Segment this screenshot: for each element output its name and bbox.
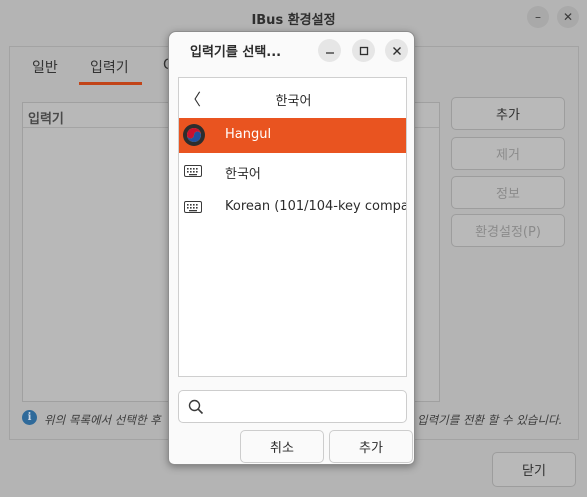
cancel-button[interactable]: 취소 bbox=[240, 430, 324, 463]
engine-list: 〈 한국어 Hangul 한국어 Korean (101/104-key com… bbox=[178, 77, 407, 377]
close-icon bbox=[392, 46, 401, 55]
main-window-title: IBus 환경설정 bbox=[251, 13, 336, 28]
about-input-method-button[interactable]: 정보 bbox=[451, 176, 565, 209]
minimize-icon: – bbox=[535, 10, 541, 24]
input-method-preferences-button[interactable]: 환경설정(P) bbox=[451, 214, 565, 247]
main-titlebar: IBus 환경설정 – ✕ bbox=[0, 0, 587, 34]
engine-row-hangul[interactable]: Hangul bbox=[179, 118, 406, 153]
info-text-left: 위의 목록에서 선택한 후 bbox=[44, 413, 161, 427]
active-tab-indicator bbox=[79, 82, 142, 85]
engine-label: 한국어 bbox=[225, 167, 261, 182]
minimize-button[interactable]: – bbox=[527, 6, 549, 28]
close-button[interactable]: 닫기 bbox=[492, 452, 576, 487]
engine-row-korean[interactable]: 한국어 bbox=[179, 154, 406, 189]
engine-label: Hangul bbox=[225, 127, 272, 142]
dialog-maximize-button[interactable] bbox=[352, 39, 375, 62]
tab-general[interactable]: 일반 bbox=[32, 57, 58, 77]
remove-input-method-button[interactable]: 제거 bbox=[451, 137, 565, 170]
dialog-close-button[interactable] bbox=[385, 39, 408, 62]
minimize-icon bbox=[325, 51, 334, 54]
maximize-icon bbox=[359, 46, 368, 55]
select-input-method-dialog: 입력기를 선택... 〈 한국어 Hangul 한국어 Korean (101/… bbox=[168, 31, 415, 465]
close-icon: ✕ bbox=[562, 10, 574, 24]
engine-row-korean-101-104[interactable]: Korean (101/104-key compa bbox=[179, 190, 407, 225]
info-icon: i bbox=[22, 410, 37, 425]
keyboard-icon bbox=[184, 201, 202, 213]
tab-input-method[interactable]: 입력기 bbox=[90, 57, 129, 77]
close-window-button[interactable]: ✕ bbox=[557, 6, 579, 28]
language-header: 한국어 bbox=[275, 94, 312, 109]
input-method-list-header: 입력기 bbox=[28, 112, 64, 127]
dialog-minimize-button[interactable] bbox=[318, 39, 341, 62]
add-input-method-button[interactable]: 추가 bbox=[451, 97, 565, 130]
search-input[interactable] bbox=[178, 390, 407, 423]
info-text-right: 입력기를 전환 할 수 있습니다. bbox=[417, 413, 563, 427]
add-button[interactable]: 추가 bbox=[329, 430, 413, 463]
search-icon bbox=[188, 399, 204, 415]
engine-label: Korean (101/104-key compa bbox=[225, 199, 407, 214]
hangul-taegeuk-icon bbox=[183, 124, 205, 146]
dialog-title: 입력기를 선택... bbox=[190, 45, 282, 60]
keyboard-icon bbox=[184, 165, 202, 177]
language-back-row[interactable]: 〈 한국어 bbox=[179, 78, 406, 119]
